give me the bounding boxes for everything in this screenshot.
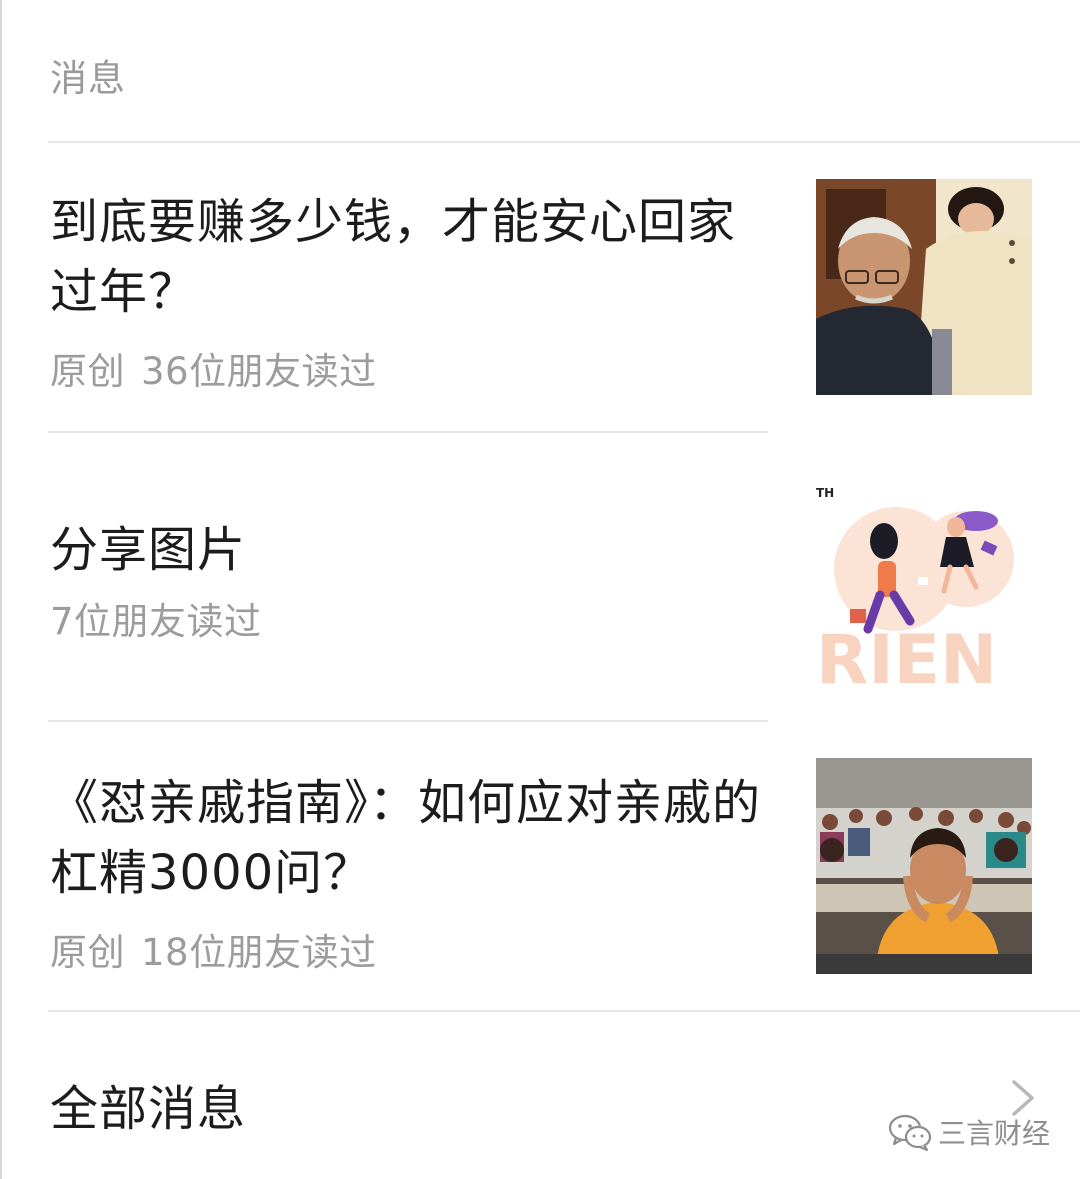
svg-text:RIEN: RIEN [816,621,997,685]
article-thumbnail[interactable] [816,179,1032,395]
original-tag: 原创 [50,350,125,393]
article-title: 到底要赚多少钱，才能安心回家过年？ [50,194,737,320]
svg-text:TH: TH [816,486,834,500]
article-item-3[interactable]: 《怼亲戚指南》：如何应对亲戚的杠精3000问？ 原创 18位朋友读过 [0,722,1080,1010]
article-thumbnail[interactable] [816,758,1032,974]
article-item-2[interactable]: 分享图片 7位朋友读过 RIEN TH [0,433,1080,721]
section-title: 消息 [50,57,126,100]
read-count: 18位朋友读过 [141,931,377,974]
original-tag: 原创 [50,931,125,974]
all-messages-label: 全部消息 [50,1081,247,1137]
article-item-1[interactable]: 到底要赚多少钱，才能安心回家过年？ 原创 36位朋友读过 [0,143,1080,431]
article-meta: 7位朋友读过 [50,591,770,645]
read-count: 36位朋友读过 [141,350,377,393]
thumbnail-illustration-friends: RIEN TH [816,469,1032,685]
footer-divider [48,1010,1080,1012]
article-title: 分享图片 [50,522,247,578]
thumbnail-photo-elderly-man [816,179,1032,395]
watermark-text: 三言财经 [938,1117,1051,1150]
wechat-icon [888,1114,932,1151]
article-meta: 原创 18位朋友读过 [50,922,770,976]
read-count: 7位朋友读过 [50,600,262,643]
all-messages-row[interactable]: 全部消息 [0,1014,1080,1179]
article-meta: 原创 36位朋友读过 [50,341,770,395]
watermark: 三言财经 [888,1112,1050,1152]
article-title: 《怼亲戚指南》：如何应对亲戚的杠精3000问？ [50,775,762,901]
article-thumbnail[interactable]: RIEN TH [816,469,1032,685]
thumbnail-photo-classroom [816,758,1032,974]
